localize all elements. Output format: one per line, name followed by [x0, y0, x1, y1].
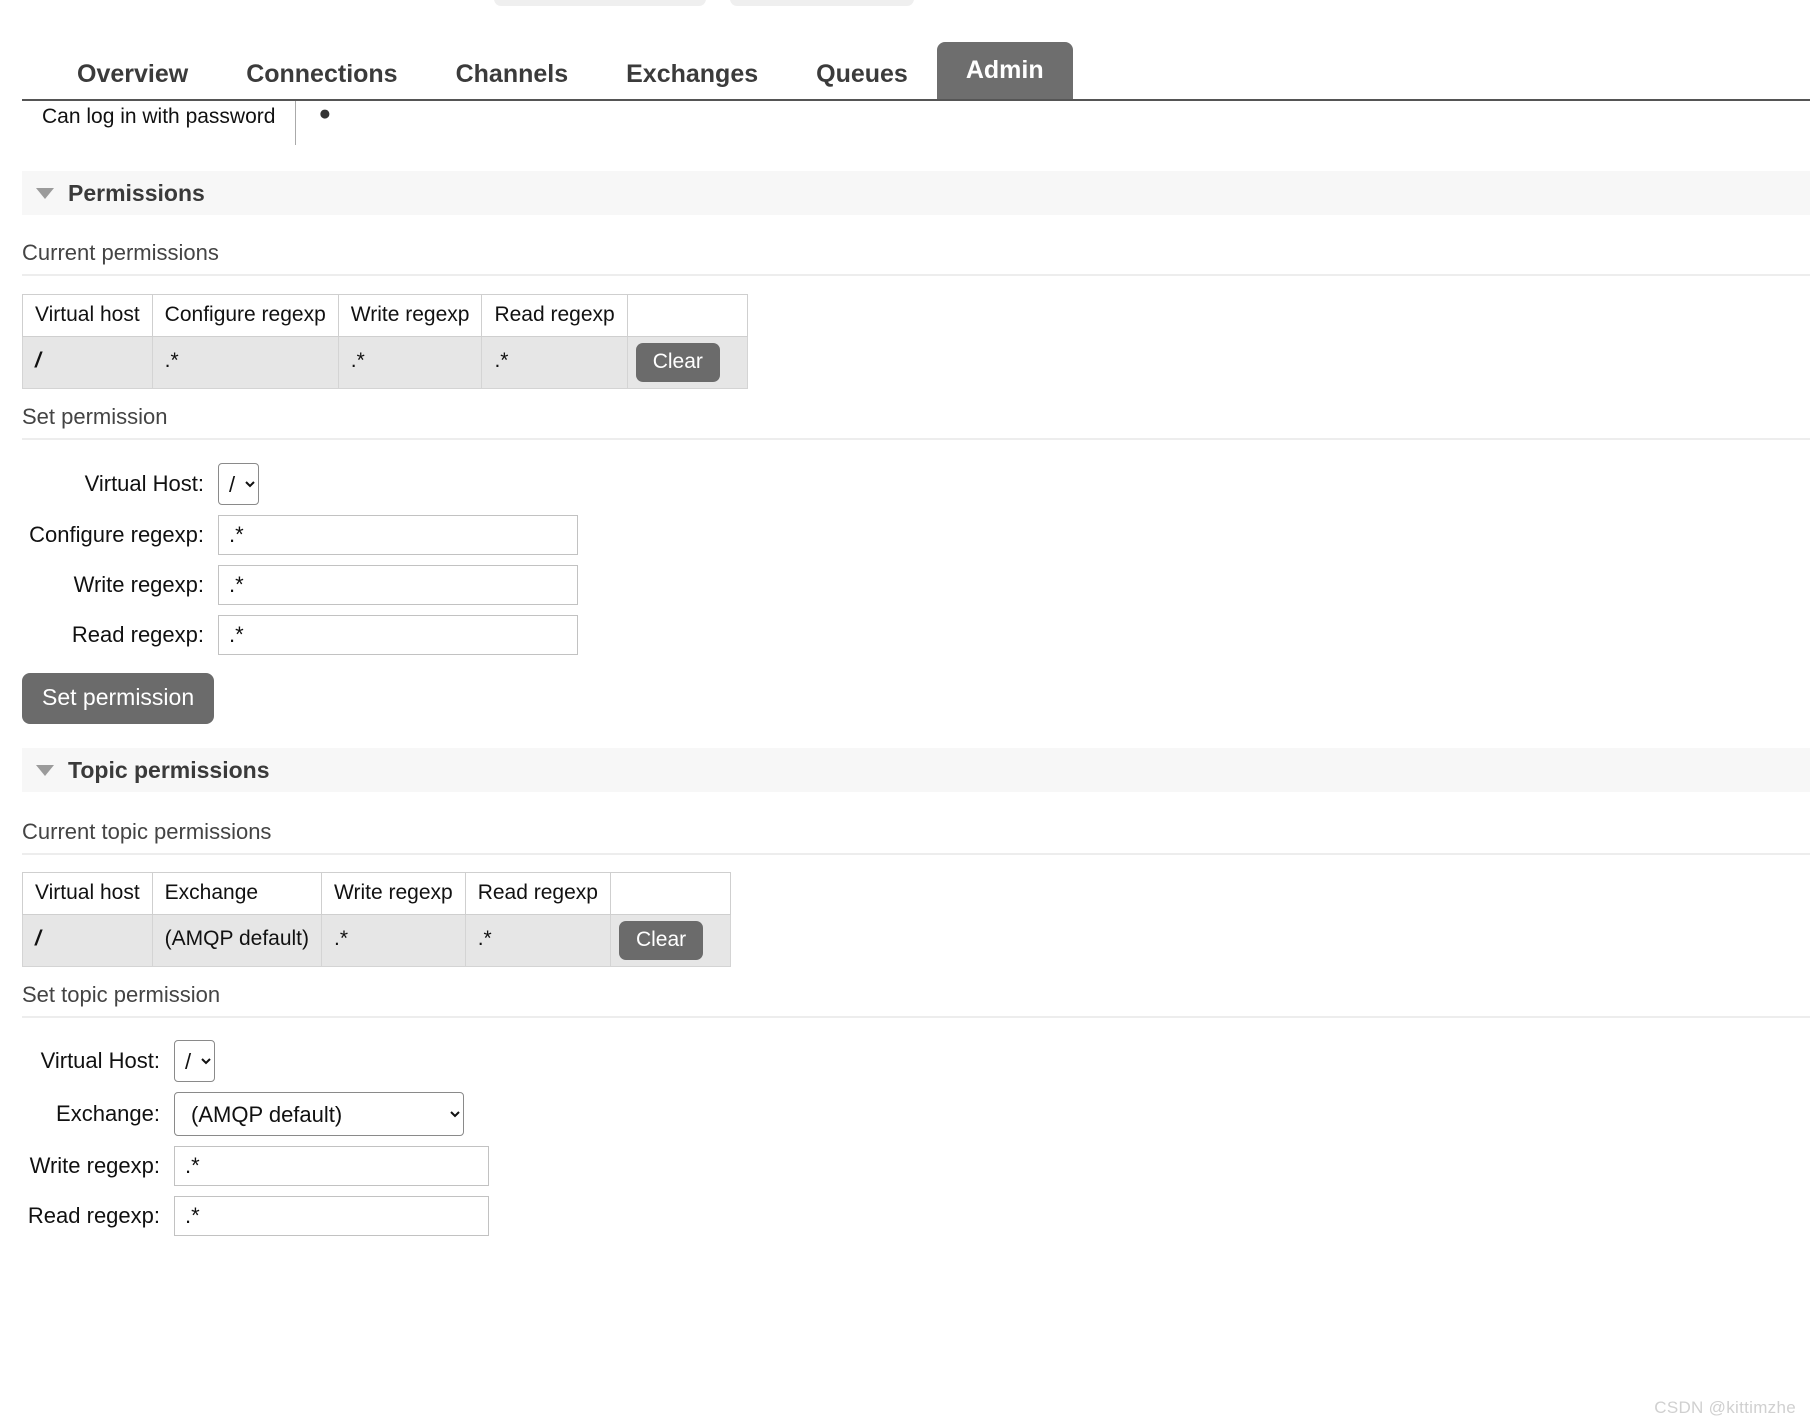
- column-header: [626, 294, 748, 337]
- subheader-rule: [22, 853, 1810, 855]
- main-navigation: Overview Connections Channels Exchanges Queu…: [0, 42, 1810, 100]
- column-header: Virtual host: [22, 294, 153, 337]
- set-permission-heading: Set permission: [22, 404, 168, 429]
- virtual-host-label: Virtual Host:: [84, 471, 204, 496]
- column-header: Read regexp: [464, 872, 611, 915]
- clear-permission-button[interactable]: Clear: [618, 921, 704, 960]
- subheader-rule: [22, 438, 1810, 440]
- current-permissions-heading: Current permissions: [22, 240, 219, 265]
- current-topic-permissions-subheader: Current topic permissions: [22, 821, 1810, 855]
- set-topic-permission-subheader: Set topic permission: [22, 984, 1810, 1018]
- topic-exchange-select[interactable]: (AMQP default): [174, 1092, 464, 1136]
- form-row-topic-exchange: Exchange: (AMQP default): [22, 1092, 489, 1136]
- partial-button-left[interactable]: [494, 0, 706, 6]
- table-header-row: Virtual host Exchange Write regexp Read reg…: [22, 872, 731, 915]
- cell-exchange: (AMQP default): [151, 914, 323, 967]
- form-row-read-regexp: Read regexp:: [22, 615, 578, 655]
- table-header-row: Virtual host Configure regexp Write regexp…: [22, 294, 748, 337]
- can-log-in-value: ●: [318, 102, 332, 125]
- top-partial-button-row: [0, 0, 1810, 6]
- topic-write-regexp-input[interactable]: [174, 1146, 489, 1186]
- column-header: [609, 872, 731, 915]
- current-topic-permissions-heading: Current topic permissions: [22, 819, 272, 844]
- current-permissions-subheader: Current permissions: [22, 242, 1810, 276]
- topic-read-regexp-label: Read regexp:: [27, 1203, 160, 1228]
- topic-permissions-section-header[interactable]: Topic permissions: [22, 748, 1810, 792]
- topic-write-regexp-label: Write regexp:: [29, 1153, 160, 1178]
- form-row-configure-regexp: Configure regexp:: [22, 515, 578, 555]
- cell-write_regexp: .*: [321, 914, 466, 967]
- current-permissions-table: Virtual host Configure regexp Write regexp…: [22, 294, 748, 389]
- virtual-host-select[interactable]: /: [218, 463, 259, 505]
- form-row-virtual-host: Virtual Host: /: [22, 463, 578, 505]
- nav-tab-channels[interactable]: Channels: [427, 50, 598, 100]
- cell-virtual_host: /: [22, 336, 153, 389]
- permissions-section-title: Permissions: [68, 179, 205, 206]
- set-topic-permission-form: Virtual Host: / Exchange: (AMQP default)…: [22, 1040, 489, 1246]
- column-header: Configure regexp: [151, 294, 339, 337]
- read-regexp-input[interactable]: [218, 615, 578, 655]
- cell-write_regexp: .*: [337, 336, 483, 389]
- set-permission-subheader: Set permission: [22, 406, 1810, 440]
- topic-virtual-host-label: Virtual Host:: [40, 1048, 160, 1073]
- set-permission-form: Virtual Host: / Configure regexp: Write …: [22, 463, 578, 724]
- nav-tab-overview[interactable]: Overview: [48, 50, 217, 100]
- subheader-rule: [22, 274, 1810, 276]
- topic-read-regexp-input[interactable]: [174, 1196, 489, 1236]
- nav-tab-exchanges[interactable]: Exchanges: [597, 50, 787, 100]
- cell-virtual_host: /: [22, 914, 153, 967]
- clear-permission-button[interactable]: Clear: [635, 343, 720, 382]
- watermark: CSDN @kittimzhe: [1654, 1398, 1796, 1417]
- write-regexp-label: Write regexp:: [73, 572, 204, 597]
- column-header: Write regexp: [321, 872, 466, 915]
- table-row: / (AMQP default) .* .* Clear: [22, 914, 731, 967]
- caret-down-icon: [36, 764, 54, 776]
- topic-permissions-section-title: Topic permissions: [68, 756, 270, 783]
- set-topic-permission-heading: Set topic permission: [22, 982, 221, 1007]
- cell-actions: Clear: [609, 914, 731, 967]
- configure-regexp-label: Configure regexp:: [29, 522, 204, 547]
- column-header: Read regexp: [481, 294, 628, 337]
- configure-regexp-input[interactable]: [218, 515, 578, 555]
- nav-tab-admin[interactable]: Admin: [936, 42, 1073, 100]
- table-row: / .* .* .* Clear: [22, 336, 748, 389]
- cell-read_regexp: .*: [464, 914, 611, 967]
- form-row-topic-read-regexp: Read regexp:: [22, 1196, 489, 1236]
- nav-tab-connections[interactable]: Connections: [217, 50, 426, 100]
- cell-read_regexp: .*: [481, 336, 628, 389]
- cell-configure_regexp: .*: [151, 336, 339, 389]
- column-header: Exchange: [151, 872, 323, 915]
- column-header: Virtual host: [22, 872, 153, 915]
- permissions-section-header[interactable]: Permissions: [22, 171, 1810, 215]
- column-header: Write regexp: [337, 294, 483, 337]
- set-permission-button[interactable]: Set permission: [22, 673, 215, 724]
- form-row-write-regexp: Write regexp:: [22, 565, 578, 605]
- caret-down-icon: [36, 187, 54, 199]
- form-row-topic-virtual-host: Virtual Host: /: [22, 1040, 489, 1082]
- subheader-rule: [22, 1016, 1810, 1018]
- partial-button-right[interactable]: [730, 0, 914, 6]
- read-regexp-label: Read regexp:: [71, 622, 204, 647]
- form-row-topic-write-regexp: Write regexp:: [22, 1146, 489, 1186]
- topic-virtual-host-select[interactable]: /: [174, 1040, 215, 1082]
- current-topic-permissions-table: Virtual host Exchange Write regexp Read reg…: [22, 872, 731, 967]
- can-log-in-row: Can log in with password ●: [22, 101, 331, 145]
- nav-tab-queues[interactable]: Queues: [787, 50, 937, 100]
- write-regexp-input[interactable]: [218, 565, 578, 605]
- can-log-in-label: Can log in with password: [42, 105, 276, 128]
- topic-exchange-label: Exchange:: [56, 1101, 160, 1126]
- cell-actions: Clear: [626, 336, 748, 389]
